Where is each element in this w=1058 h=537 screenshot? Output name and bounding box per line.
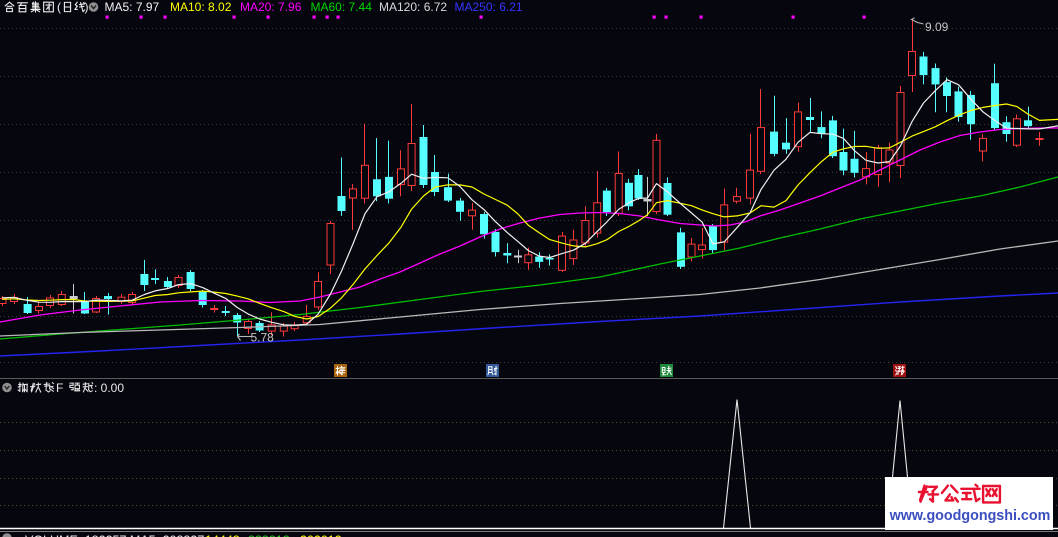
svg-text:888818: 888818 (248, 534, 290, 537)
svg-text:MA250: 6.21: MA250: 6.21 (455, 0, 523, 14)
svg-text:(: ( (57, 0, 61, 14)
svg-text:F: F (56, 381, 63, 395)
svg-text:14448: 14448 (205, 534, 240, 537)
svg-text:MA120: 6.72: MA120: 6.72 (379, 0, 447, 14)
svg-text:9.09: 9.09 (925, 20, 949, 34)
svg-text:MA20: 7.96: MA20: 7.96 (240, 0, 302, 14)
svg-text:302013: 302013 (300, 534, 342, 537)
svg-text:): ) (85, 0, 89, 14)
svg-text:MA60: 7.44: MA60: 7.44 (311, 0, 373, 14)
svg-text:MA5: 7.97: MA5: 7.97 (105, 0, 160, 14)
svg-text:: 0.00: : 0.00 (94, 381, 124, 395)
svg-text:MA10: 8.02: MA10: 8.02 (170, 0, 232, 14)
svg-text:VOLUME: 182257 MA5: 208837: VOLUME: 182257 MA5: 208837 (25, 534, 204, 537)
svg-text:5.78: 5.78 (251, 331, 275, 345)
svg-text:www.goodgongshi.com: www.goodgongshi.com (889, 508, 1051, 524)
